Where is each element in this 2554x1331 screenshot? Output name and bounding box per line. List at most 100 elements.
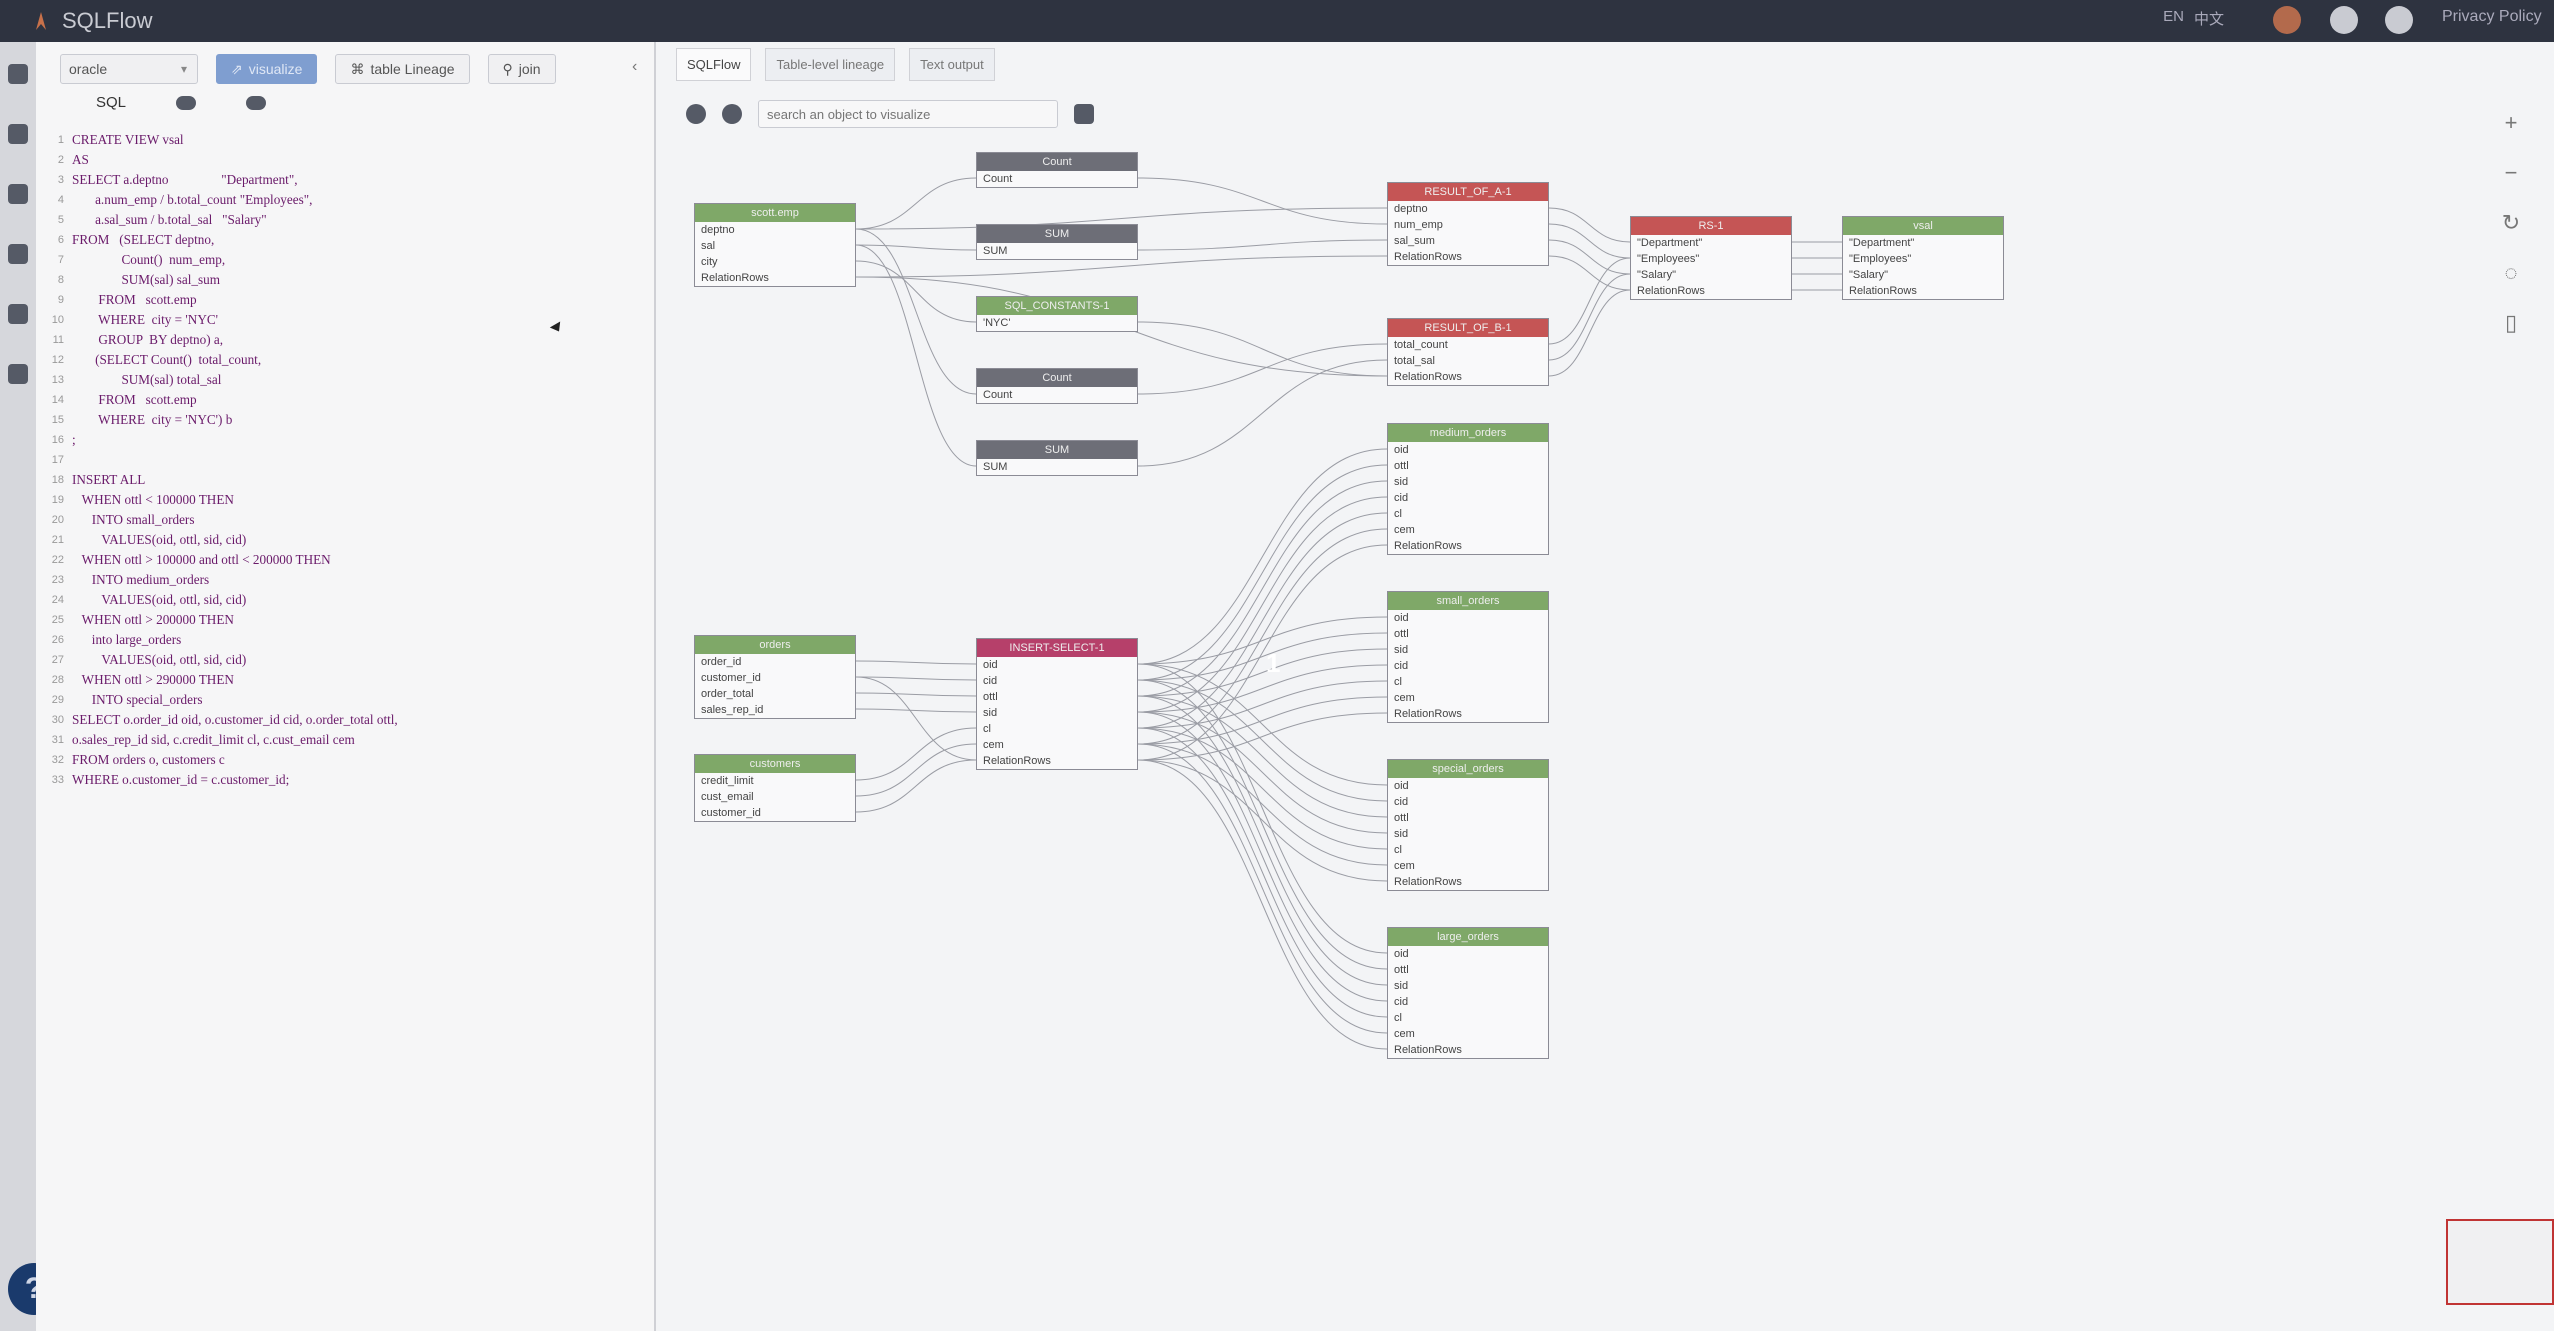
- node-column[interactable]: cem: [1388, 858, 1548, 874]
- node-column[interactable]: cl: [977, 721, 1137, 737]
- lineage-node[interactable]: special_orders oid cid ottl sid cl cem Relation…: [1387, 759, 1549, 891]
- lineage-node[interactable]: medium_orders oid ottl sid cid cl cem RelationR…: [1387, 423, 1549, 555]
- lineage-node[interactable]: Count Count: [976, 368, 1138, 404]
- node-column[interactable]: sid: [1388, 826, 1548, 842]
- node-column[interactable]: cem: [1388, 690, 1548, 706]
- lineage-edge: [1137, 480, 1388, 697]
- lineage-node[interactable]: RESULT_OF_B-1 total_count total_sal Relatio…: [1387, 318, 1549, 386]
- node-column[interactable]: RelationRows: [695, 270, 855, 286]
- node-column[interactable]: cid: [1388, 658, 1548, 674]
- node-column[interactable]: sal_sum: [1388, 233, 1548, 249]
- lineage-edge: [1137, 695, 1388, 818]
- lineage-edge: [1137, 448, 1388, 665]
- node-column[interactable]: deptno: [695, 222, 855, 238]
- node-column[interactable]: ottl: [977, 689, 1137, 705]
- lineage-edge: [1548, 289, 1631, 377]
- node-column[interactable]: order_id: [695, 654, 855, 670]
- node-column[interactable]: sid: [1388, 642, 1548, 658]
- lineage-node[interactable]: Count Count: [976, 152, 1138, 188]
- node-column[interactable]: cem: [1388, 1026, 1548, 1042]
- node-column[interactable]: "Department": [1631, 235, 1791, 251]
- node-column[interactable]: "Department": [1843, 235, 2003, 251]
- lineage-node[interactable]: customers credit_limit cust_email customer_…: [694, 754, 856, 822]
- lineage-edge: [1137, 663, 1388, 954]
- lineage-node[interactable]: INSERT-SELECT-1 oid cid ottl sid cl cem Relatio…: [976, 638, 1138, 770]
- lineage-node[interactable]: RESULT_OF_A-1 deptno num_emp sal_sum Relatio…: [1387, 182, 1549, 266]
- node-column[interactable]: total_count: [1388, 337, 1548, 353]
- node-title: orders: [695, 636, 855, 654]
- node-column[interactable]: RelationRows: [1388, 874, 1548, 890]
- node-column[interactable]: deptno: [1388, 201, 1548, 217]
- lineage-edge: [1137, 528, 1388, 745]
- node-column[interactable]: SUM: [977, 243, 1137, 259]
- node-column[interactable]: oid: [1388, 946, 1548, 962]
- node-title: special_orders: [1388, 760, 1548, 778]
- node-column[interactable]: ottl: [1388, 962, 1548, 978]
- node-column[interactable]: ottl: [1388, 626, 1548, 642]
- node-column[interactable]: "Employees": [1631, 251, 1791, 267]
- node-title: vsal: [1843, 217, 2003, 235]
- lineage-edge: [855, 727, 977, 781]
- node-column[interactable]: Count: [977, 387, 1137, 403]
- node-column[interactable]: RelationRows: [1388, 369, 1548, 385]
- node-column[interactable]: sid: [1388, 474, 1548, 490]
- node-column[interactable]: city: [695, 254, 855, 270]
- node-column[interactable]: oid: [1388, 610, 1548, 626]
- minimap[interactable]: [2446, 1219, 2554, 1305]
- lineage-node[interactable]: large_orders oid ottl sid cid cl cem RelationRo…: [1387, 927, 1549, 1059]
- node-column[interactable]: order_total: [695, 686, 855, 702]
- node-column[interactable]: RelationRows: [1388, 706, 1548, 722]
- node-column[interactable]: sales_rep_id: [695, 702, 855, 718]
- node-column[interactable]: cid: [1388, 490, 1548, 506]
- node-title: SUM: [977, 225, 1137, 243]
- lineage-edge: [1137, 512, 1388, 729]
- lineage-node[interactable]: SQL_CONSTANTS-1 'NYC': [976, 296, 1138, 332]
- node-column[interactable]: oid: [1388, 442, 1548, 458]
- node-column[interactable]: cust_email: [695, 789, 855, 805]
- node-column[interactable]: RelationRows: [977, 753, 1137, 769]
- node-column[interactable]: ottl: [1388, 810, 1548, 826]
- node-column[interactable]: RelationRows: [1388, 1042, 1548, 1058]
- node-column[interactable]: cem: [1388, 522, 1548, 538]
- lineage-edge: [855, 692, 977, 697]
- node-column[interactable]: oid: [977, 657, 1137, 673]
- node-title: INSERT-SELECT-1: [977, 639, 1137, 657]
- node-column[interactable]: SUM: [977, 459, 1137, 475]
- node-column[interactable]: cl: [1388, 842, 1548, 858]
- lineage-edge: [1137, 343, 1388, 395]
- node-column[interactable]: cl: [1388, 674, 1548, 690]
- node-column[interactable]: credit_limit: [695, 773, 855, 789]
- lineage-node[interactable]: scott.emp deptno sal city RelationRows: [694, 203, 856, 287]
- node-column[interactable]: cid: [1388, 794, 1548, 810]
- node-column[interactable]: ottl: [1388, 458, 1548, 474]
- node-column[interactable]: RelationRows: [1388, 538, 1548, 554]
- node-column[interactable]: sal: [695, 238, 855, 254]
- node-column[interactable]: cl: [1388, 1010, 1548, 1026]
- node-column[interactable]: cid: [977, 673, 1137, 689]
- node-column[interactable]: cem: [977, 737, 1137, 753]
- node-column[interactable]: num_emp: [1388, 217, 1548, 233]
- lineage-node[interactable]: vsal "Department" "Employees" "Salary" Relat…: [1842, 216, 2004, 300]
- lineage-node[interactable]: small_orders oid ottl sid cid cl cem RelationRo…: [1387, 591, 1549, 723]
- lineage-node[interactable]: orders order_id customer_id order_total sale…: [694, 635, 856, 719]
- lineage-node[interactable]: RS-1 "Department" "Employees" "Salary" Relat…: [1630, 216, 1792, 300]
- node-column[interactable]: "Salary": [1631, 267, 1791, 283]
- lineage-edge: [855, 708, 977, 713]
- node-column[interactable]: "Employees": [1843, 251, 2003, 267]
- node-column[interactable]: oid: [1388, 778, 1548, 794]
- lineage-node[interactable]: SUM SUM: [976, 224, 1138, 260]
- node-column[interactable]: "Salary": [1843, 267, 2003, 283]
- lineage-node[interactable]: SUM SUM: [976, 440, 1138, 476]
- node-column[interactable]: cid: [1388, 994, 1548, 1010]
- node-column[interactable]: RelationRows: [1388, 249, 1548, 265]
- node-column[interactable]: sid: [1388, 978, 1548, 994]
- node-column[interactable]: Count: [977, 171, 1137, 187]
- node-column[interactable]: sid: [977, 705, 1137, 721]
- node-column[interactable]: RelationRows: [1631, 283, 1791, 299]
- node-column[interactable]: customer_id: [695, 670, 855, 686]
- node-column[interactable]: cl: [1388, 506, 1548, 522]
- node-column[interactable]: RelationRows: [1843, 283, 2003, 299]
- node-column[interactable]: total_sal: [1388, 353, 1548, 369]
- node-column[interactable]: customer_id: [695, 805, 855, 821]
- node-column[interactable]: 'NYC': [977, 315, 1137, 331]
